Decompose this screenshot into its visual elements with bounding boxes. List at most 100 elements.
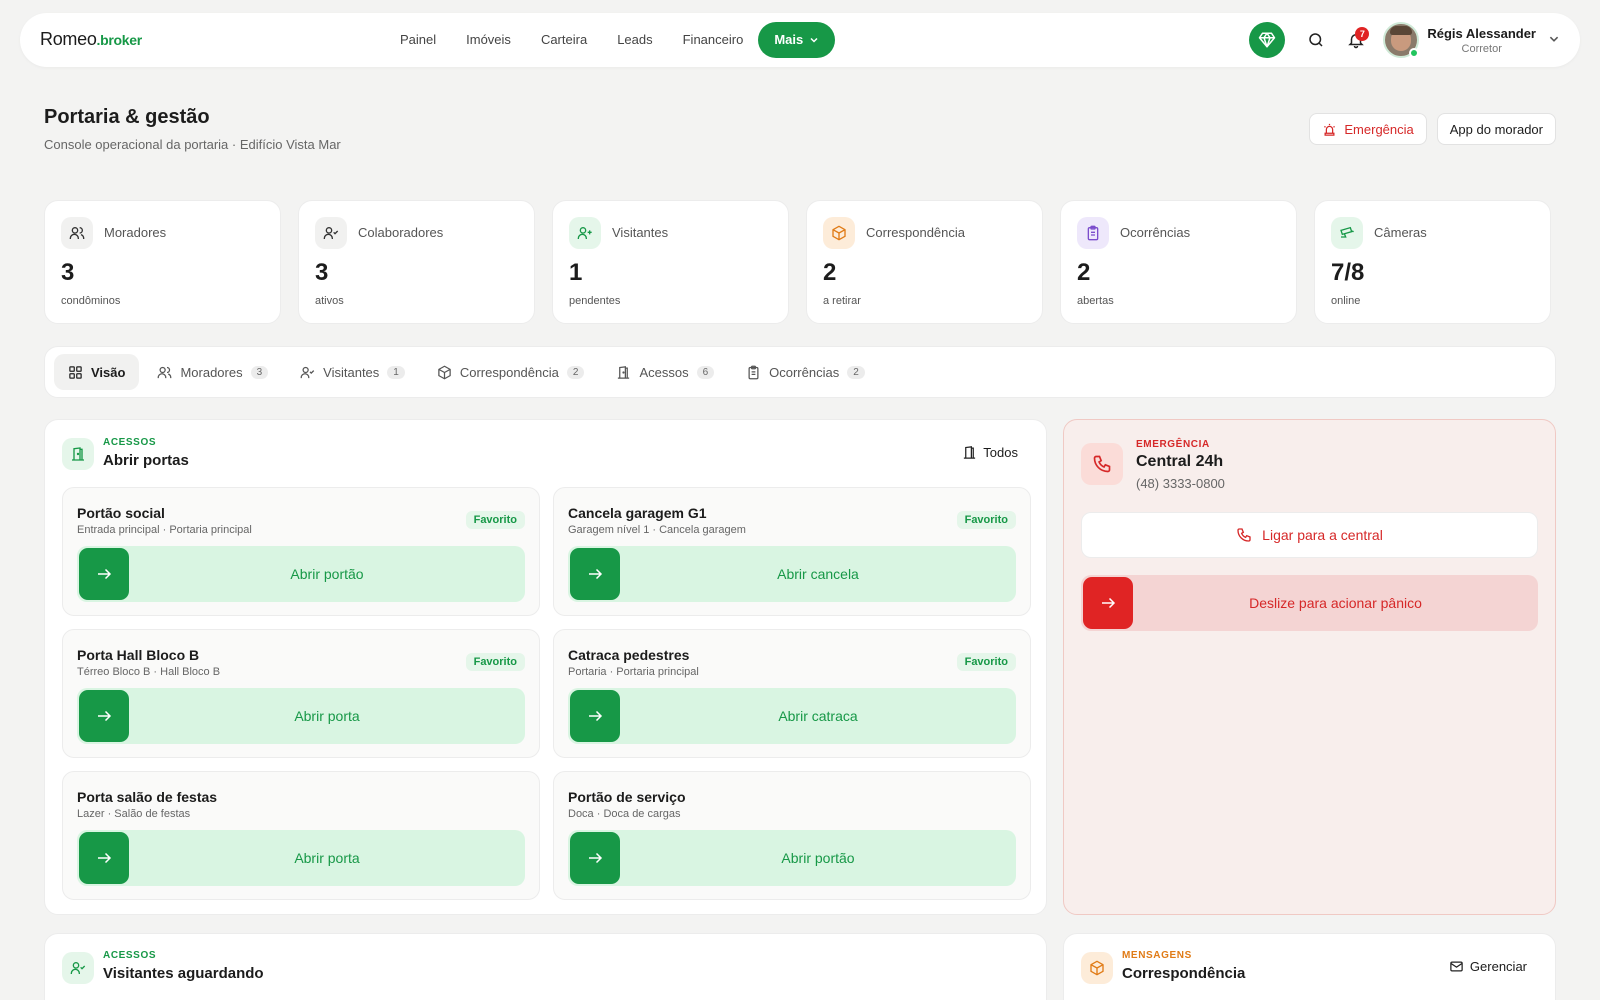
arrow-right-icon	[98, 852, 112, 864]
user-plus-icon	[569, 217, 601, 249]
all-doors-label: Todos	[983, 445, 1018, 460]
slider-handle[interactable]	[79, 548, 129, 600]
stat-foot: condôminos	[61, 295, 121, 307]
call-central-button[interactable]: Ligar para a central	[1081, 512, 1538, 558]
section-tabs: Visão Moradores 3 Visitantes 1 Correspon…	[44, 346, 1556, 398]
door-icon	[618, 365, 630, 379]
tab-moradores[interactable]: Moradores 3	[143, 354, 282, 390]
users-icon	[158, 366, 172, 378]
open-door-slider[interactable]: Abrir porta	[77, 830, 525, 886]
favorite-badge: Favorito	[465, 653, 525, 671]
nav-item-carteira[interactable]: Carteira	[526, 22, 602, 58]
cctv-icon	[1331, 217, 1363, 249]
stat-card-visitantes[interactable]: Visitantes 1 pendentes	[552, 200, 789, 324]
resident-app-button[interactable]: App do morador	[1436, 113, 1556, 145]
slider-handle[interactable]	[570, 548, 620, 600]
nav-more-button[interactable]: Mais	[758, 22, 836, 58]
door-name: Porta salão de festas	[77, 789, 218, 805]
package-icon	[438, 365, 451, 379]
tab-label: Correspondência	[459, 364, 559, 380]
open-door-slider[interactable]: Abrir porta	[77, 688, 525, 744]
tab-visao[interactable]: Visão	[54, 354, 140, 390]
slider-label: Abrir catraca	[778, 708, 858, 724]
manage-mail-button[interactable]: Gerenciar	[1449, 959, 1527, 974]
tab-label: Visão	[91, 364, 126, 380]
stat-label: Ocorrências	[1120, 225, 1191, 240]
page-subtitle: Console operacional da portaria · Edifíc…	[44, 137, 341, 152]
section-title: Visitantes aguardando	[103, 965, 264, 982]
emergency-title: Central 24h	[1136, 453, 1224, 470]
top-navigation-bar: Romeo.broker Painel Imóveis Carteira Lea…	[20, 13, 1580, 67]
chevron-down-icon[interactable]	[1548, 33, 1560, 48]
favorite-badge: Favorito	[956, 653, 1016, 671]
stat-value: 2	[823, 259, 837, 286]
stat-label: Visitantes	[612, 225, 669, 240]
slider-handle[interactable]	[79, 690, 129, 742]
door-name: Porta Hall Bloco B	[77, 647, 200, 663]
stat-card-moradores[interactable]: Moradores 3 condôminos	[44, 200, 281, 324]
open-door-slider[interactable]: Abrir portão	[77, 546, 525, 602]
package-icon	[1081, 952, 1113, 984]
chevron-down-icon	[810, 37, 818, 43]
panic-slider-handle[interactable]	[1083, 577, 1133, 629]
nav-item-financeiro[interactable]: Financeiro	[668, 22, 759, 58]
stat-card-colaboradores[interactable]: Colaboradores 3 ativos	[298, 200, 535, 324]
arrow-right-icon	[589, 710, 603, 722]
tab-ocorrencias[interactable]: Ocorrências 2	[732, 354, 879, 390]
nav-item-leads[interactable]: Leads	[602, 22, 667, 58]
open-door-slider[interactable]: Abrir cancela	[568, 546, 1016, 602]
slider-label: Abrir cancela	[777, 566, 859, 582]
stat-label: Moradores	[104, 225, 167, 240]
notifications-button[interactable]: 7	[1339, 23, 1373, 57]
door-location: Garagem nível 1 · Cancela garagem	[568, 524, 746, 536]
tab-acessos[interactable]: Acessos 6	[602, 354, 728, 390]
all-doors-button[interactable]: Todos	[962, 445, 1018, 460]
emergency-eyebrow: EMERGÊNCIA	[1136, 439, 1210, 450]
user-check-icon	[315, 217, 347, 249]
open-door-slider[interactable]: Abrir portão	[568, 830, 1016, 886]
favorite-badge: Favorito	[956, 511, 1016, 529]
nav-item-painel[interactable]: Painel	[385, 22, 451, 58]
mail-icon	[1450, 961, 1463, 972]
stat-card-ocorrencias[interactable]: Ocorrências 2 abertas	[1060, 200, 1297, 324]
slider-handle[interactable]	[570, 832, 620, 884]
stat-value: 7/8	[1331, 259, 1365, 286]
nav-more-label: Mais	[774, 32, 804, 47]
call-central-label: Ligar para a central	[1262, 527, 1383, 543]
emergency-button[interactable]: Emergência	[1309, 113, 1427, 145]
header-actions: Emergência App do morador	[1309, 113, 1556, 145]
slider-label: Abrir portão	[781, 850, 855, 866]
tab-visitantes[interactable]: Visitantes 1	[286, 354, 419, 390]
open-door-slider[interactable]: Abrir catraca	[568, 688, 1016, 744]
slider-handle[interactable]	[79, 832, 129, 884]
siren-icon	[1324, 123, 1336, 136]
slider-label: Abrir porta	[294, 850, 360, 866]
search-button[interactable]	[1299, 23, 1333, 57]
stat-label: Colaboradores	[358, 225, 444, 240]
stat-card-correspondencia[interactable]: Correspondência 2 a retirar	[806, 200, 1043, 324]
door-icon	[62, 438, 94, 470]
clipboard-icon	[748, 365, 759, 379]
tab-correspondencia[interactable]: Correspondência 2	[423, 354, 599, 390]
panic-slider[interactable]: Deslize para acionar pânico	[1081, 575, 1538, 631]
slider-handle[interactable]	[570, 690, 620, 742]
premium-gem-button[interactable]	[1249, 22, 1286, 58]
section-title: Correspondência	[1122, 965, 1246, 982]
page-title: Portaria & gestão	[44, 106, 210, 128]
user-check-icon	[62, 952, 94, 984]
door-card: Catraca pedestres Portaria · Portaria pr…	[553, 629, 1031, 758]
stat-value: 3	[61, 259, 75, 286]
stat-foot: pendentes	[569, 295, 621, 307]
door-name: Cancela garagem G1	[568, 505, 707, 521]
visitors-card: ACESSOS Visitantes aguardando	[44, 933, 1047, 1000]
stat-card-cameras[interactable]: Câmeras 7/8 online	[1314, 200, 1551, 324]
door-location: Térreo Bloco B · Hall Bloco B	[77, 666, 221, 678]
tab-count-badge: 6	[696, 365, 715, 379]
tab-label: Acessos	[639, 364, 689, 380]
avatar[interactable]	[1383, 22, 1420, 58]
brand-logo[interactable]: Romeo.broker	[40, 29, 142, 50]
topbar-actions: 7 Régis Alessander Corretor	[1249, 20, 1560, 60]
main-nav: Painel Imóveis Carteira Leads Financeiro…	[385, 22, 836, 58]
user-menu[interactable]: Régis Alessander Corretor	[1427, 26, 1536, 55]
nav-item-imoveis[interactable]: Imóveis	[451, 22, 526, 58]
